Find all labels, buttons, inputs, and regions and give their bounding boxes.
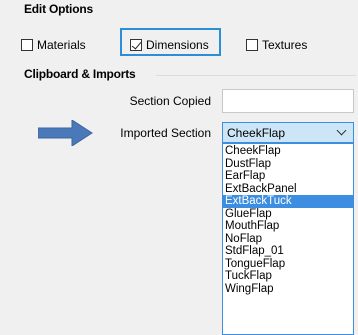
materials-checkbox-label: Materials	[37, 38, 86, 52]
dropdown-option[interactable]: WingFlap	[223, 283, 353, 296]
imported-section-label: Imported Section	[120, 126, 211, 140]
section-copied-label: Section Copied	[129, 94, 211, 108]
dropdown-option[interactable]: MouthFlap	[223, 220, 353, 233]
materials-checkbox-box[interactable]	[21, 39, 33, 51]
dropdown-option[interactable]: CheekFlap	[223, 145, 353, 158]
chevron-down-icon[interactable]	[336, 125, 347, 136]
imported-section-dropdown-list[interactable]: CheekFlap DustFlap EarFlap ExtBackPanel ExtB…	[222, 143, 354, 335]
dropdown-option[interactable]: DustFlap	[223, 158, 353, 171]
textures-checkbox-box[interactable]	[246, 39, 258, 51]
clipboard-imports-heading: Clipboard & Imports	[24, 67, 136, 81]
textures-checkbox-label: Textures	[262, 38, 308, 52]
dropdown-option[interactable]: ExtBackTuck	[223, 195, 353, 208]
dropdown-option[interactable]: TongueFlap	[223, 258, 353, 271]
dimensions-checkbox-label: Dimensions	[146, 38, 209, 52]
textures-checkbox[interactable]: Textures	[246, 36, 307, 54]
dropdown-option[interactable]: StdFlap_01	[223, 245, 353, 258]
dropdown-option[interactable]: GlueFlap	[223, 208, 353, 221]
dialog-panel: Edit Options Materials Dimensions Textur…	[0, 0, 358, 335]
dropdown-option[interactable]: NoFlap	[223, 233, 353, 246]
edit-options-heading: Edit Options	[24, 2, 93, 16]
imported-section-value: CheekFlap	[227, 125, 286, 140]
dimensions-checkbox-box[interactable]	[130, 39, 142, 51]
clipboard-divider	[156, 75, 356, 76]
imported-section-combobox[interactable]: CheekFlap	[222, 122, 354, 143]
dimensions-checkbox[interactable]: Dimensions	[130, 36, 209, 54]
dropdown-option[interactable]: EarFlap	[223, 170, 353, 183]
dropdown-option[interactable]: ExtBackPanel	[223, 183, 353, 196]
materials-checkbox[interactable]: Materials	[21, 36, 86, 54]
dropdown-option[interactable]: TuckFlap	[223, 270, 353, 283]
section-copied-field[interactable]	[222, 89, 354, 113]
